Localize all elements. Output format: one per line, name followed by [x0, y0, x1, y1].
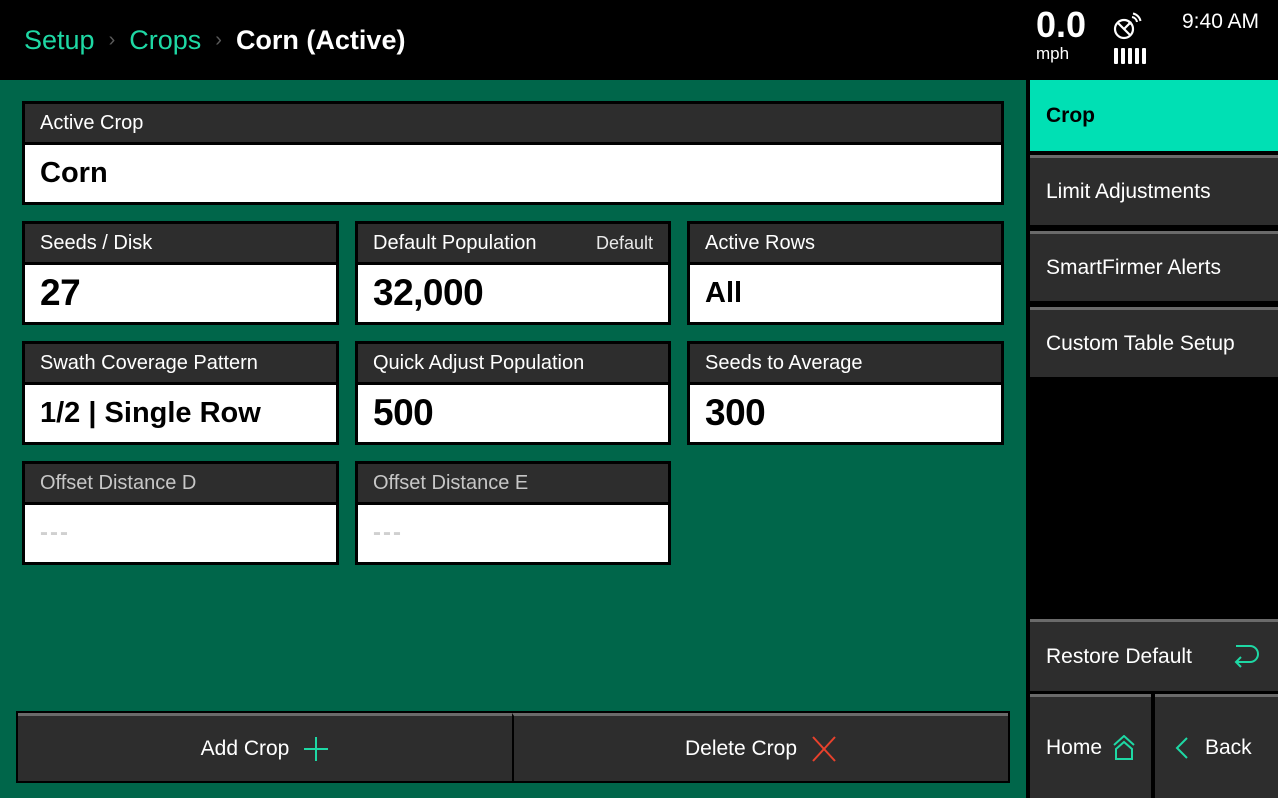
signal-bar	[1121, 48, 1125, 64]
field-header: Active Rows	[690, 224, 1001, 265]
active-rows-field[interactable]: Active Rows All	[687, 221, 1004, 325]
restore-default-button[interactable]: Restore Default	[1030, 619, 1278, 691]
restore-default-label: Restore Default	[1046, 644, 1192, 668]
delete-crop-label: Delete Crop	[684, 736, 798, 760]
field-label: Default Population	[373, 231, 537, 254]
field-value: Corn	[40, 156, 108, 189]
default-population-field[interactable]: Default Population Default 32,000	[355, 221, 671, 325]
sidebar-item-label: SmartFirmer Alerts	[1046, 255, 1222, 279]
crop-action-bar: Add Crop Delete Crop	[16, 711, 1010, 783]
default-tag: Default	[595, 232, 653, 253]
field-label: Active Rows	[705, 231, 816, 254]
field-value: 1/2 | Single Row	[40, 396, 261, 429]
add-crop-label: Add Crop	[200, 736, 290, 760]
field-value: 300	[705, 392, 766, 433]
chevron-left-icon	[1175, 736, 1189, 760]
sidebar-item-crop[interactable]: Crop	[1030, 80, 1278, 151]
sidebar-item-limit-adjustments[interactable]: Limit Adjustments	[1030, 155, 1278, 225]
plus-icon	[303, 736, 329, 762]
settings-sidebar: Crop Limit Adjustments SmartFirmer Alert…	[1026, 80, 1278, 798]
seeds-per-disk-field[interactable]: Seeds / Disk 27	[22, 221, 339, 325]
offset-distance-e-field: Offset Distance E ---	[355, 461, 671, 565]
field-header: Seeds to Average	[690, 344, 1001, 385]
signal-bar	[1114, 48, 1118, 64]
speed-readout: 0.0 mph	[1036, 6, 1086, 64]
field-value: ---	[373, 519, 403, 546]
quick-adjust-population-field[interactable]: Quick Adjust Population 500	[355, 341, 671, 445]
close-x-icon	[811, 735, 837, 762]
field-label: Seeds / Disk	[40, 231, 153, 254]
field-label: Quick Adjust Population	[373, 351, 585, 374]
field-value: 500	[373, 392, 434, 433]
sidebar-item-smartfirmer-alerts[interactable]: SmartFirmer Alerts	[1030, 231, 1278, 301]
active-crop-field[interactable]: Active Crop Corn	[22, 101, 1004, 205]
sidebar-item-label: Limit Adjustments	[1046, 179, 1211, 203]
field-label: Swath Coverage Pattern	[40, 351, 258, 374]
signal-bar	[1142, 48, 1146, 64]
field-value: 27	[40, 272, 81, 313]
crop-settings-panel: Active Crop Corn Seeds / Disk 27 Default…	[0, 80, 1026, 798]
clock: 9:40 AM	[1182, 10, 1260, 33]
field-value: All	[705, 276, 743, 309]
field-value: ---	[40, 519, 70, 546]
signal-strength-bars	[1114, 48, 1146, 64]
home-icon	[1112, 734, 1136, 761]
chevron-right-icon: ›	[215, 28, 222, 51]
field-header: Active Crop	[25, 104, 1001, 145]
top-bar: Setup › Crops › Corn (Active) 0.0 mph 9:…	[0, 0, 1278, 80]
breadcrumb: Setup › Crops › Corn (Active)	[24, 22, 405, 58]
home-button[interactable]: Home	[1030, 694, 1151, 798]
signal-bar	[1135, 48, 1139, 64]
speed-value: 0.0	[1036, 4, 1087, 45]
add-crop-button[interactable]: Add Crop	[18, 713, 512, 781]
back-button[interactable]: Back	[1155, 694, 1278, 798]
field-label: Offset Distance E	[373, 471, 529, 494]
signal-bar	[1128, 48, 1132, 64]
sidebar-item-label: Crop	[1046, 103, 1095, 127]
field-label: Seeds to Average	[705, 351, 863, 374]
sidebar-item-custom-table-setup[interactable]: Custom Table Setup	[1030, 307, 1278, 377]
field-header: Offset Distance E	[358, 464, 668, 505]
sidebar-item-label: Custom Table Setup	[1046, 331, 1235, 355]
offset-distance-d-field: Offset Distance D ---	[22, 461, 339, 565]
breadcrumb-setup[interactable]: Setup	[24, 25, 95, 56]
return-arrow-icon	[1232, 644, 1260, 670]
speed-unit: mph	[1036, 44, 1070, 63]
chevron-right-icon: ›	[108, 28, 116, 51]
delete-crop-button[interactable]: Delete Crop	[512, 713, 1008, 781]
back-label: Back	[1205, 735, 1252, 759]
breadcrumb-crops[interactable]: Crops	[129, 25, 201, 56]
swath-coverage-pattern-field[interactable]: Swath Coverage Pattern 1/2 | Single Row	[22, 341, 339, 445]
field-header: Default Population Default	[358, 224, 668, 265]
field-header: Quick Adjust Population	[358, 344, 668, 385]
home-label: Home	[1046, 735, 1103, 759]
field-value: 32,000	[373, 272, 484, 313]
field-label: Offset Distance D	[40, 471, 197, 494]
seeds-to-average-field[interactable]: Seeds to Average 300	[687, 341, 1004, 445]
field-label: Active Crop	[40, 111, 144, 134]
page-title: Corn (Active)	[235, 24, 406, 55]
field-header: Seeds / Disk	[25, 224, 336, 265]
field-header: Offset Distance D	[25, 464, 336, 505]
field-header: Swath Coverage Pattern	[25, 344, 336, 385]
